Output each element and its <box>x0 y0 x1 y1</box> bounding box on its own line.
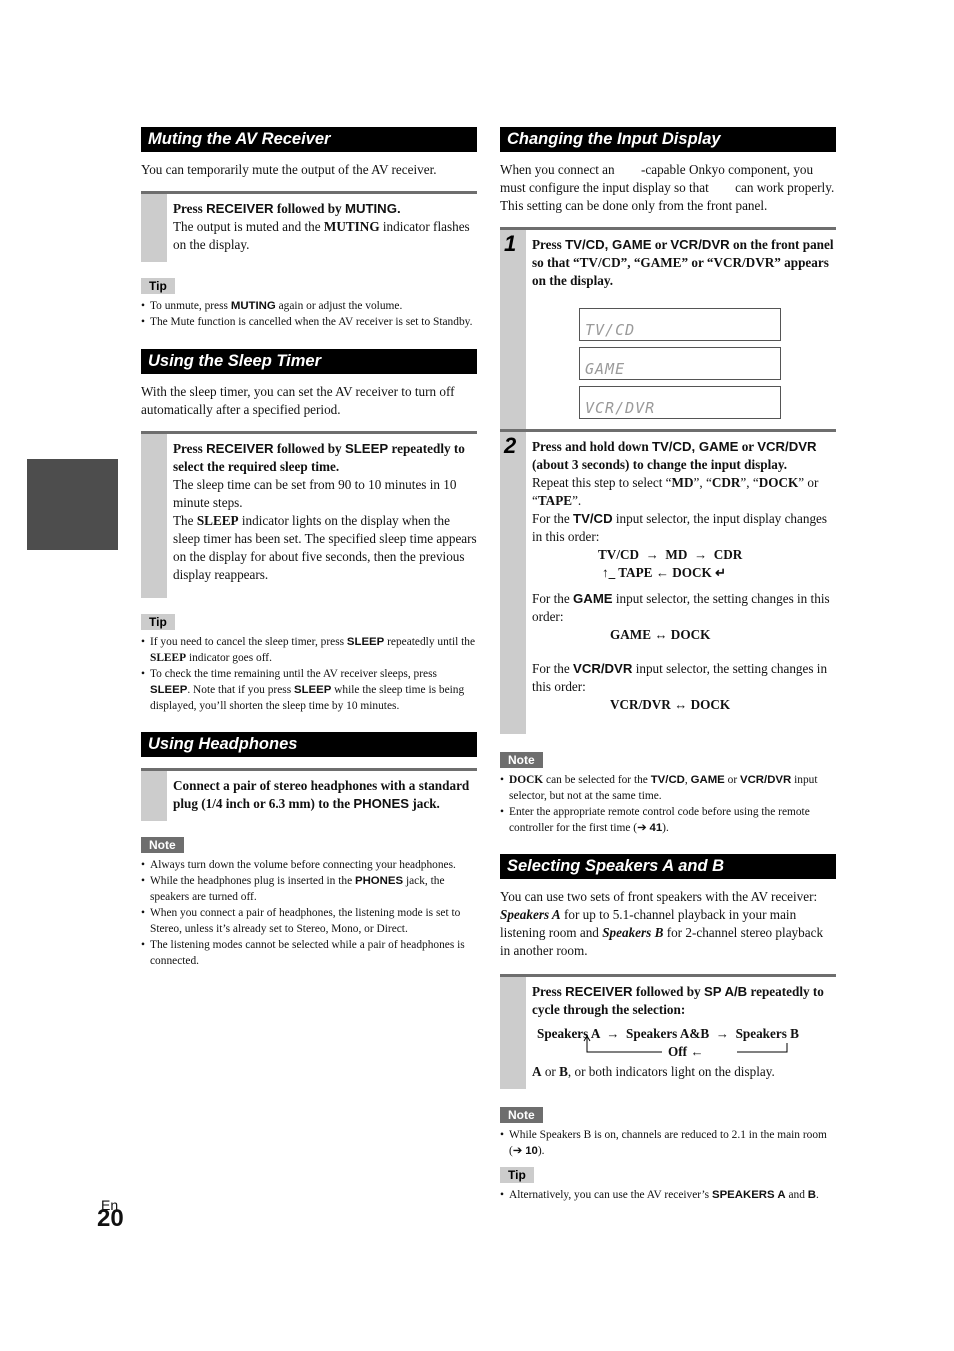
game-flow: GAME ↔ DOCK <box>610 627 711 642</box>
lcd-display-vcrdvr: VCR/DVR <box>579 386 781 419</box>
speakers-off: Off ← <box>668 1044 704 1059</box>
tip-badge: Tip <box>500 1167 534 1183</box>
tip-badge: Tip <box>141 614 175 630</box>
list-item: The listening modes cannot be selected w… <box>141 937 477 969</box>
tvcd-order: For the TV/CD input selector, the input … <box>532 511 828 544</box>
section-title-sleep: Using the Sleep Timer <box>141 349 477 374</box>
section-title-speakers: Selecting Speakers A and B <box>500 854 836 879</box>
input-display-notes: DOCK can be selected for the TV/CD, GAME… <box>500 772 836 836</box>
muting-step: Press RECEIVER followed by MUTING. The o… <box>141 191 477 262</box>
section-title-headphones: Using Headphones <box>141 732 477 757</box>
list-item: DOCK can be selected for the TV/CD, GAME… <box>500 772 836 804</box>
sleep-body-1: The sleep time can be set from 90 to 10 … <box>173 477 457 510</box>
sleep-body-2: The SLEEP indicator lights on the displa… <box>173 513 477 582</box>
vcr-flow: VCR/DVR ↔ DOCK <box>610 697 731 712</box>
list-item: When you connect a pair of headphones, t… <box>141 905 477 937</box>
list-item: While the headphones plug is inserted in… <box>141 873 477 905</box>
note-badge: Note <box>141 837 184 853</box>
sleep-instruction: Press RECEIVER followed by SLEEP repeate… <box>173 441 465 474</box>
speakers-step: Press RECEIVER followed by SP A/B repeat… <box>500 974 836 1089</box>
step-number: 1 <box>504 231 517 256</box>
tip-badge: Tip <box>141 278 175 294</box>
left-column: Muting the AV Receiver You can temporari… <box>141 127 477 969</box>
input-step-1: 1 Press TV/CD, GAME or VCR/DVR on the fr… <box>500 227 836 429</box>
note-badge: Note <box>500 752 543 768</box>
right-column: Changing the Input Display When you conn… <box>500 127 836 1203</box>
sleep-step: Press RECEIVER followed by SLEEP repeate… <box>141 431 477 598</box>
tvcd-flow-return: ↑_ TAPE ← DOCK ↵ <box>602 565 727 580</box>
speakers-notes: While Speakers B is on, channels are red… <box>500 1127 836 1159</box>
speakers-intro: You can use two sets of front speakers w… <box>500 889 824 958</box>
step1-instruction: Press TV/CD, GAME or VCR/DVR on the fron… <box>532 237 834 288</box>
muting-intro: You can temporarily mute the output of t… <box>141 162 437 177</box>
list-item: To check the time remaining until the AV… <box>141 666 477 714</box>
step-number: 2 <box>504 433 517 458</box>
sleep-tips: If you need to cancel the sleep timer, p… <box>141 634 477 714</box>
speakers-instruction: Press RECEIVER followed by SP A/B repeat… <box>532 984 824 1017</box>
page-number: 20 <box>97 1205 124 1232</box>
headphones-step: Connect a pair of stereo headphones with… <box>141 768 477 821</box>
speakers-indicators: A or B, or both indicators light on the … <box>532 1064 775 1079</box>
section-title-muting: Muting the AV Receiver <box>141 127 477 152</box>
muting-instruction: Press RECEIVER followed by MUTING. <box>173 201 401 216</box>
vcr-order: For the VCR/DVR input selector, the sett… <box>532 661 828 694</box>
note-badge: Note <box>500 1107 543 1123</box>
list-item: If you need to cancel the sleep timer, p… <box>141 634 477 666</box>
lcd-display-game: GAME <box>579 347 781 380</box>
muting-body: The output is muted and the MUTING indic… <box>173 219 470 252</box>
muting-tips: To unmute, press MUTING again or adjust … <box>141 298 477 330</box>
input-step-2: 2 Press and hold down TV/CD, GAME or VCR… <box>500 429 836 734</box>
tvcd-flow: TV/CD → MD → CDR <box>598 547 743 562</box>
list-item: Always turn down the volume before conne… <box>141 857 477 873</box>
step2-instruction: Press and hold down TV/CD, GAME or VCR/D… <box>532 439 817 472</box>
list-item: While Speakers B is on, channels are red… <box>500 1127 836 1159</box>
speakers-tips: Alternatively, you can use the AV receiv… <box>500 1187 836 1203</box>
input-display-intro: When you connect an -capable Onkyo compo… <box>500 162 835 195</box>
speakers-cycle-diagram: Speakers A → Speakers A&B → Speakers B O… <box>532 1023 836 1063</box>
input-display-intro-2: This setting can be done only from the f… <box>500 198 768 213</box>
list-item: Enter the appropriate remote control cod… <box>500 804 836 836</box>
chapter-tab <box>27 459 118 550</box>
headphones-notes: Always turn down the volume before conne… <box>141 857 477 969</box>
game-order: For the GAME input selector, the setting… <box>532 591 830 624</box>
lcd-display-tvcd: TV/CD <box>579 308 781 341</box>
sleep-intro: With the sleep timer, you can set the AV… <box>141 384 455 417</box>
step2-repeat: Repeat this step to select “MD”, “CDR”, … <box>532 475 819 508</box>
list-item: Alternatively, you can use the AV receiv… <box>500 1187 836 1203</box>
list-item: The Mute function is cancelled when the … <box>141 314 477 330</box>
list-item: To unmute, press MUTING again or adjust … <box>141 298 477 314</box>
section-title-input-display: Changing the Input Display <box>500 127 836 152</box>
